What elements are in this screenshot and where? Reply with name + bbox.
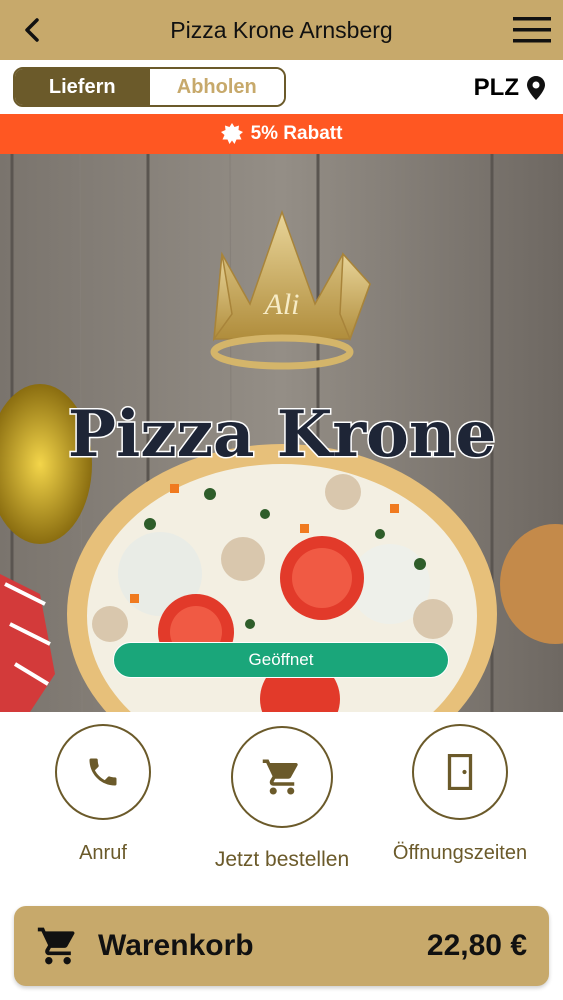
door-icon <box>447 754 473 790</box>
opening-hours-label: Öffnungszeiten <box>392 842 528 864</box>
page-title: Pizza Krone Arnsberg <box>170 16 393 43</box>
order-mode-row: Liefern Abholen PLZ <box>0 60 563 114</box>
order-mode-toggle: Liefern Abholen <box>13 67 286 107</box>
hero-background-image: Ali Pizza Krone <box>0 154 563 712</box>
cart-total: 22,80 € <box>426 929 527 962</box>
order-now-button[interactable] <box>231 726 333 828</box>
cart-label: Warenkorb <box>98 929 254 962</box>
discount-text: 5% Rabatt <box>250 123 343 144</box>
hero-banner: Ali Pizza Krone Geöffnet <box>0 154 563 712</box>
tab-abholen[interactable]: Abholen <box>149 69 284 105</box>
postcode-selector[interactable]: PLZ <box>474 74 545 102</box>
chevron-left-icon <box>25 18 39 42</box>
quick-actions: Anruf Jetzt bestellen Öffnungszeiten <box>0 712 563 897</box>
brand-logo-text: Pizza Krone <box>68 397 496 472</box>
crown-initials: Ali <box>263 288 300 321</box>
order-now-action[interactable]: Jetzt bestellen <box>212 726 352 872</box>
badge-star-icon <box>220 123 243 144</box>
location-pin-icon <box>527 76 545 100</box>
cart-icon <box>37 927 75 965</box>
call-button[interactable] <box>55 724 151 820</box>
postcode-label: PLZ <box>473 74 519 101</box>
app-header: Pizza Krone Arnsberg <box>0 0 563 60</box>
opening-hours-action[interactable]: Öffnungszeiten <box>390 724 530 865</box>
menu-button[interactable] <box>513 15 551 45</box>
order-now-label: Jetzt bestellen <box>214 848 350 871</box>
opening-hours-button[interactable] <box>412 724 508 820</box>
open-status-badge: Geöffnet <box>113 642 449 678</box>
phone-icon <box>89 758 117 786</box>
cart-icon <box>262 759 298 795</box>
call-label: Anruf <box>79 842 127 864</box>
hamburger-menu-icon <box>513 17 551 43</box>
call-action[interactable]: Anruf <box>33 724 173 865</box>
cart-bar[interactable]: Warenkorb 22,80 € <box>14 906 549 986</box>
tab-liefern[interactable]: Liefern <box>15 69 150 105</box>
back-button[interactable] <box>16 14 48 46</box>
discount-banner: 5% Rabatt <box>0 114 563 154</box>
